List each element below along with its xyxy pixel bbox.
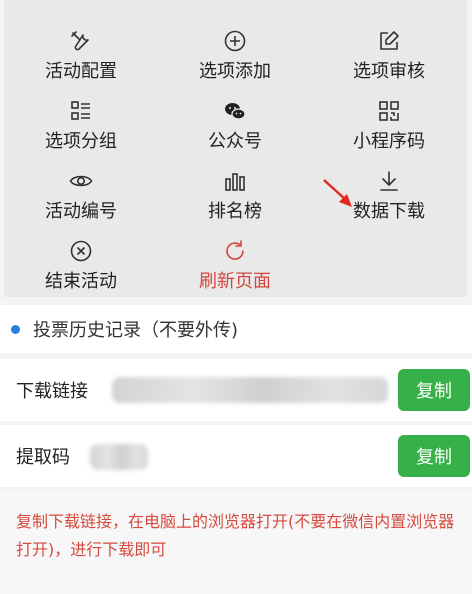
annotation-arrow-icon xyxy=(323,179,352,207)
copy-extract-code-button[interactable]: 复制 xyxy=(398,435,470,477)
download-icon xyxy=(380,171,398,191)
list-group-icon xyxy=(71,101,90,120)
menu-item-label: 选项分组 xyxy=(45,131,117,152)
menu-item-end-activity[interactable]: 结束活动 xyxy=(4,237,158,303)
menu-item-label: 刷新页面 xyxy=(199,271,271,292)
menu-item-mini-program-code[interactable]: 小程序码 xyxy=(312,97,466,163)
download-link-row: 下载链接 复制 xyxy=(0,359,472,421)
extract-code-label: 提取码 xyxy=(16,447,70,468)
menu-item-label: 结束活动 xyxy=(45,271,117,292)
menu-item-label: 数据下载 xyxy=(353,201,425,222)
extract-code-value xyxy=(90,444,148,470)
extract-code-row: 提取码 复制 xyxy=(0,425,472,487)
menu-item-label: 公众号 xyxy=(208,131,262,152)
menu-item-option-add[interactable]: 选项添加 xyxy=(158,27,312,93)
download-instructions: 复制下载链接，在电脑上的浏览器打开(不要在微信内置浏览器打开)，进行下载即可 xyxy=(0,490,472,594)
menu-item-label: 活动编号 xyxy=(45,201,117,222)
download-link-value xyxy=(112,377,388,403)
menu-item-option-review[interactable]: 选项审核 xyxy=(312,27,466,93)
vote-history-title: 投票历史记录（不要外传) xyxy=(33,320,239,341)
menu-item-label: 选项审核 xyxy=(353,61,425,82)
close-circle-icon xyxy=(70,240,92,262)
menu-item-label: 小程序码 xyxy=(353,131,425,152)
qrcode-icon xyxy=(379,101,399,121)
copy-download-link-button[interactable]: 复制 xyxy=(398,369,470,411)
tools-icon xyxy=(71,31,89,51)
wechat-icon xyxy=(225,103,246,120)
refresh-icon xyxy=(226,240,244,260)
menu-item-option-group[interactable]: 选项分组 xyxy=(4,97,158,163)
bullet-dot-icon xyxy=(11,324,20,334)
bar-rank-icon xyxy=(225,173,245,191)
menu-item-official-account[interactable]: 公众号 xyxy=(158,97,312,163)
edit-square-icon xyxy=(380,31,399,50)
plus-circle-icon xyxy=(224,30,246,52)
menu-item-label: 选项添加 xyxy=(199,61,271,82)
instruction-text: 复制下载链接，在电脑上的浏览器打开(不要在微信内置浏览器打开)，进行下载即可 xyxy=(16,512,455,559)
action-menu-panel: 活动配置 选项添加 选项审核 选项分组 公众号 小程序码 活动编号 排名榜 数据… xyxy=(4,0,467,297)
eye-icon xyxy=(69,175,93,187)
download-link-label: 下载链接 xyxy=(16,381,88,402)
menu-item-refresh-page[interactable]: 刷新页面 xyxy=(158,237,312,303)
menu-item-activity-number[interactable]: 活动编号 xyxy=(4,167,158,233)
menu-item-ranking[interactable]: 排名榜 xyxy=(158,167,312,233)
menu-item-label: 排名榜 xyxy=(208,201,262,222)
menu-item-label: 活动配置 xyxy=(45,61,117,82)
vote-history-header: 投票历史记录（不要外传) xyxy=(0,305,472,353)
menu-item-activity-config[interactable]: 活动配置 xyxy=(4,27,158,93)
